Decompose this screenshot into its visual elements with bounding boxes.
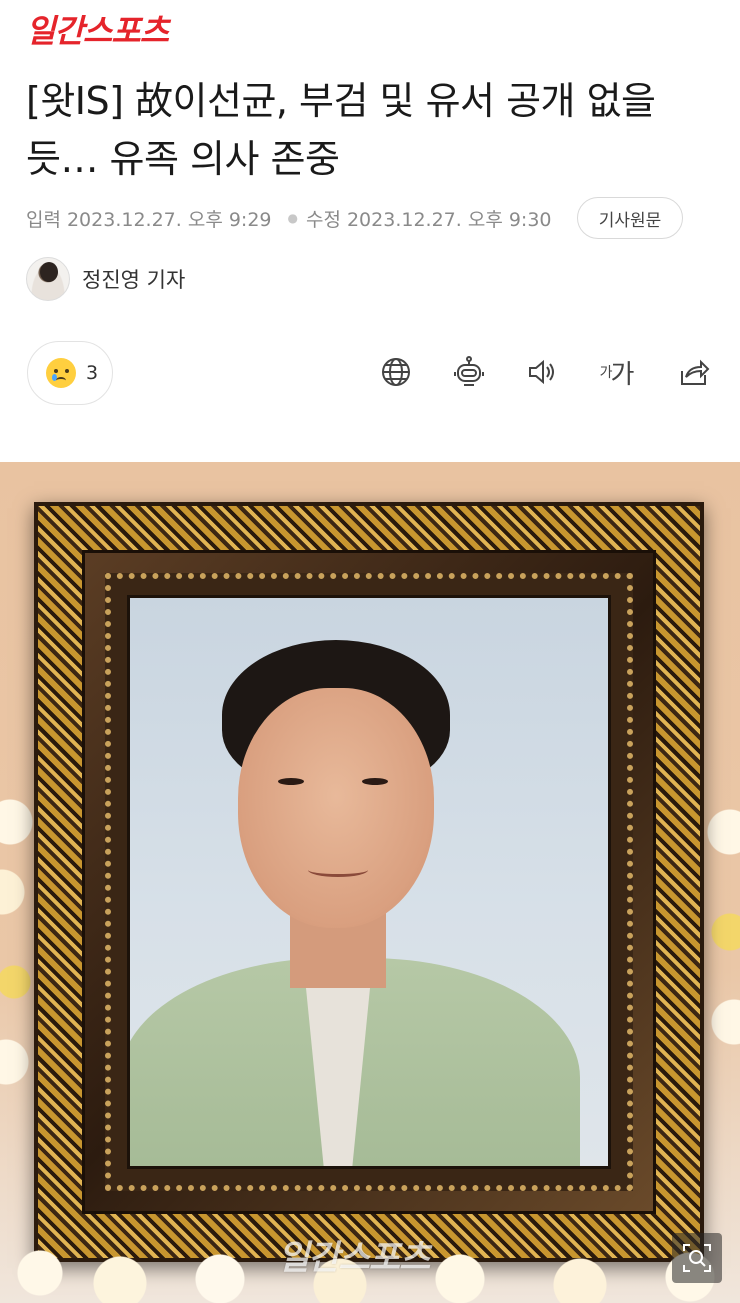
font-large-glyph: 가 <box>610 359 634 390</box>
article-photo[interactable]: 일간스포츠 <box>0 462 740 1303</box>
article-dates: 입력 2023.12.27. 오후 9:29 ● 수정 2023.12.27. … <box>26 200 560 236</box>
speaker-icon[interactable] <box>522 352 562 392</box>
modified-date: 2023.12.27. 오후 9:30 <box>346 208 552 231</box>
meta-separator: ● <box>287 211 298 225</box>
reporter-avatar[interactable] <box>26 257 70 301</box>
published-label: 입력 <box>26 208 61 231</box>
reporter-name[interactable]: 정진영 기자 <box>82 264 185 294</box>
portrait-frame <box>34 502 704 1262</box>
portrait-image <box>127 595 611 1169</box>
font-small-glyph: 가 <box>599 365 613 381</box>
globe-icon[interactable] <box>376 352 416 392</box>
reaction-count: 3 <box>86 362 99 384</box>
font-size-icon[interactable]: 가가 <box>596 352 636 392</box>
published-date: 2023.12.27. 오후 9:29 <box>66 208 272 231</box>
modified-label: 수정 <box>306 208 341 231</box>
original-article-button[interactable]: 기사원문 <box>577 197 683 239</box>
reporter-info[interactable]: 정진영 기자 <box>26 257 185 301</box>
reaction-button[interactable]: 3 <box>27 341 113 405</box>
photo-watermark: 일간스포츠 <box>278 1238 430 1278</box>
share-icon[interactable] <box>674 352 714 392</box>
sad-face-icon <box>46 358 76 388</box>
article-title: [왓IS] 故이선균, 부검 및 유서 공개 없을 듯… 유족 의사 존중 <box>26 79 656 181</box>
zoom-icon[interactable] <box>672 1233 722 1283</box>
robot-icon[interactable] <box>449 352 489 392</box>
site-logo[interactable]: 일간스포츠 <box>26 6 169 52</box>
